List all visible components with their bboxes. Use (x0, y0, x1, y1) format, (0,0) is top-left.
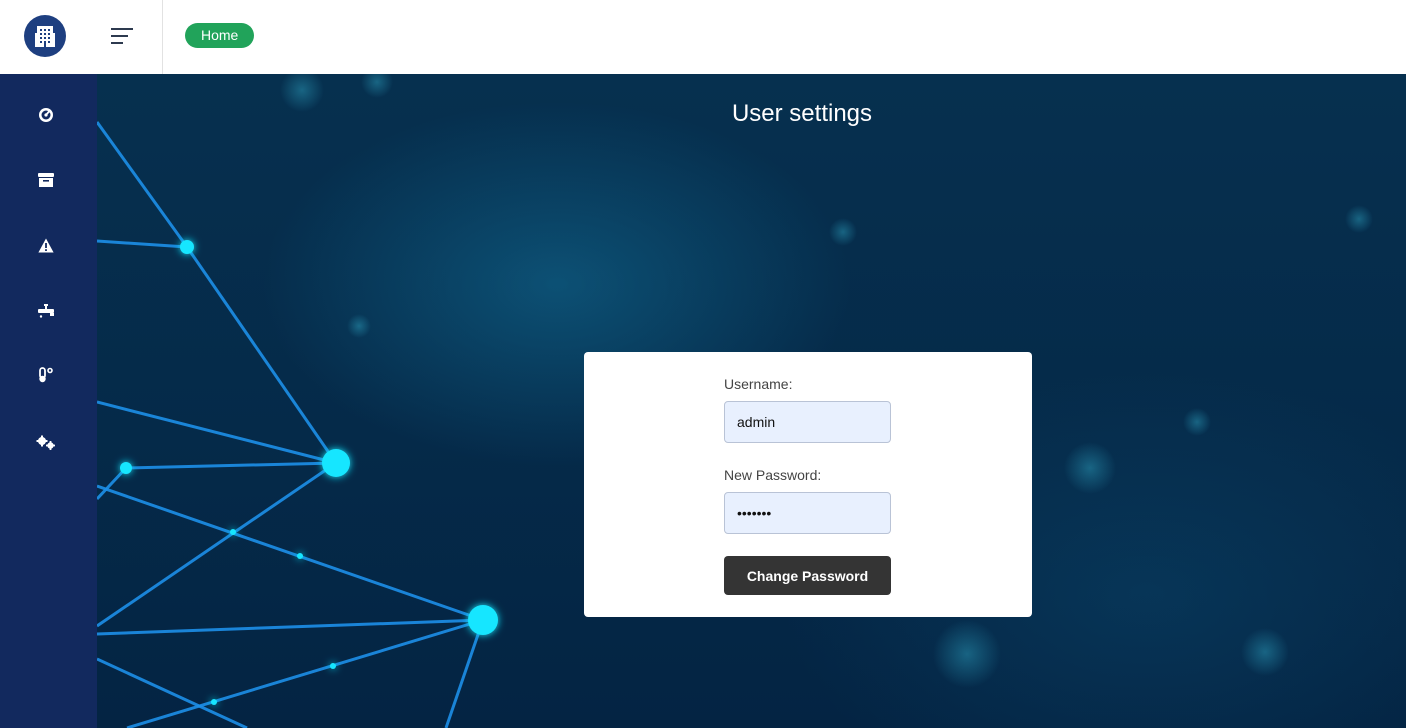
breadcrumb-home[interactable]: Home (185, 23, 255, 48)
office-building-icon[interactable] (24, 15, 66, 57)
settings-cogs-icon (36, 434, 56, 452)
sidebar-item-settings[interactable] (0, 422, 97, 462)
top-bar: Home (0, 0, 1406, 74)
new-password-field[interactable] (724, 492, 891, 534)
sidebar-item-water[interactable] (0, 290, 97, 330)
user-settings-form: Username: New Password: Change Password (584, 352, 1032, 617)
menu-icon[interactable] (111, 25, 135, 47)
archive-box-icon (36, 170, 56, 188)
header-divider (162, 0, 163, 74)
sidebar-item-alerts[interactable] (0, 224, 97, 264)
sidebar-item-temperature[interactable] (0, 354, 97, 394)
page-title: User settings (731, 100, 873, 127)
new-password-label: New Password: (724, 467, 822, 483)
sidebar-item-archive[interactable] (0, 158, 97, 198)
sidebar-item-dashboard[interactable] (0, 94, 97, 134)
water-faucet-icon (36, 302, 56, 320)
thermometer-icon (36, 366, 56, 384)
warning-triangle-icon (36, 236, 56, 254)
username-field[interactable] (724, 401, 891, 443)
change-password-button[interactable]: Change Password (724, 556, 891, 595)
sidebar (0, 74, 97, 728)
username-label: Username: (724, 376, 793, 392)
main-content: User settings Username: New Password: Ch… (97, 74, 1406, 728)
dashboard-gauge-icon (36, 106, 56, 124)
